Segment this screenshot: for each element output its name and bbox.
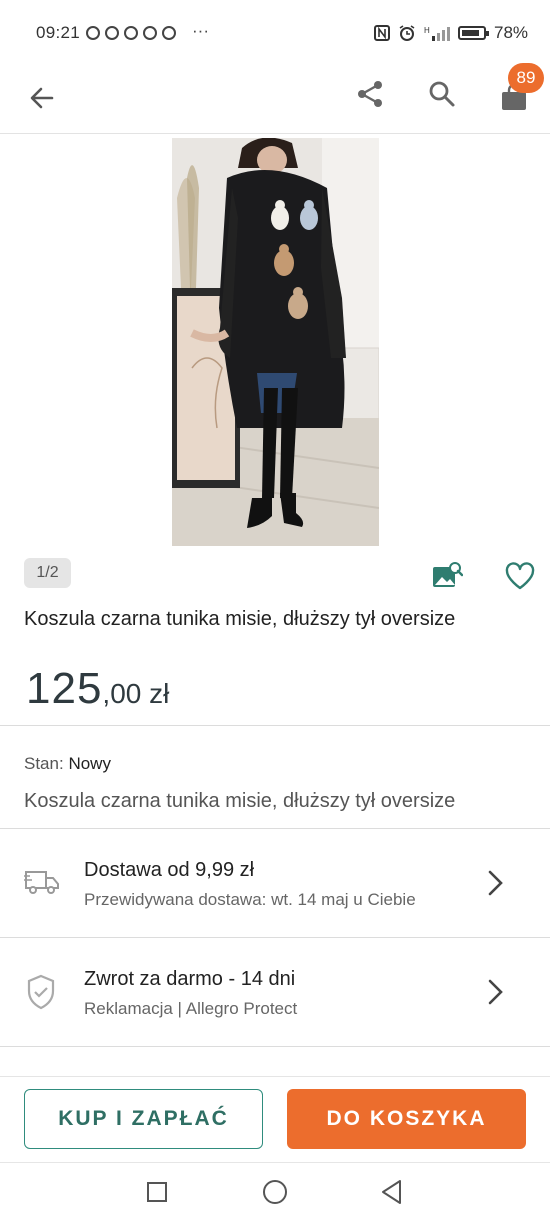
chrome-notification-icon [105,26,119,40]
delivery-subtitle: Przewidywana dostawa: wt. 14 maj u Ciebi… [84,890,416,909]
image-counter: 1/2 [24,558,71,588]
chrome-notification-icon [143,26,157,40]
add-to-cart-button[interactable]: DO KOSZYKA [287,1089,526,1149]
delivery-row[interactable]: Dostawa od 9,99 zł Przewidywana dostawa:… [0,829,550,937]
chevron-right-icon [488,870,503,896]
cart-count-badge: 89 [508,63,544,93]
nfc-icon [374,25,390,41]
condition-value: Nowy [68,754,111,773]
arrow-back-icon [30,87,54,109]
condition-label: Stan: [24,754,64,773]
divider [0,1046,550,1047]
image-search-button[interactable] [430,560,464,590]
price-decimal: ,00 zł [102,678,170,709]
delivery-title: Dostawa od 9,99 zł [84,859,255,881]
search-icon [429,81,455,107]
bottom-bar-shadow [0,1076,550,1077]
status-right: H 78% [374,23,528,43]
product-price: 125,00 zł [26,664,169,714]
status-bar: 09:21 ··· H 78% [0,0,550,68]
share-button[interactable] [352,76,388,112]
divider [0,725,550,726]
alarm-icon [399,25,415,41]
back-triangle-icon[interactable] [380,1179,404,1205]
notification-icons [86,26,176,40]
returns-subtitle: Reklamacja | Allegro Protect [84,999,298,1018]
product-description: Koszula czarna tunika misie, dłuższy tył… [24,790,456,812]
system-navigation-bar [0,1162,550,1221]
favorite-button[interactable] [503,561,537,591]
svg-text:H: H [424,26,430,35]
battery-level: 78% [494,23,529,42]
more-notifications-icon: ··· [192,21,209,40]
status-time: 09:21 [36,23,81,42]
chrome-notification-icon [124,26,138,40]
home-circle-icon[interactable] [262,1179,288,1205]
price-main: 125 [26,664,103,713]
back-button[interactable] [24,80,60,116]
chrome-notification-icon [162,26,176,40]
condition-row: Stan: Nowy [24,754,111,774]
buy-now-button[interactable]: KUP I ZAPŁAĆ [24,1089,263,1149]
returns-row[interactable]: Zwrot za darmo - 14 dni Reklamacja | All… [0,938,550,1046]
product-image[interactable] [172,138,379,546]
signal-icon: H [424,26,450,41]
delivery-truck-icon [24,871,59,894]
shield-check-icon [27,974,55,1010]
image-search-icon [433,562,463,587]
returns-title: Zwrot za darmo - 14 dni [84,968,296,990]
product-photo-illustration [172,138,379,546]
recents-square-icon[interactable] [146,1181,168,1203]
chevron-right-icon [488,979,503,1005]
chrome-notification-icon [86,26,100,40]
battery-icon [458,26,489,40]
share-icon [358,81,382,107]
search-button[interactable] [424,76,460,112]
heart-outline-icon [505,562,535,590]
product-title: Koszula czarna tunika misie, dłuższy tył… [24,608,456,630]
app-bar [0,68,550,134]
